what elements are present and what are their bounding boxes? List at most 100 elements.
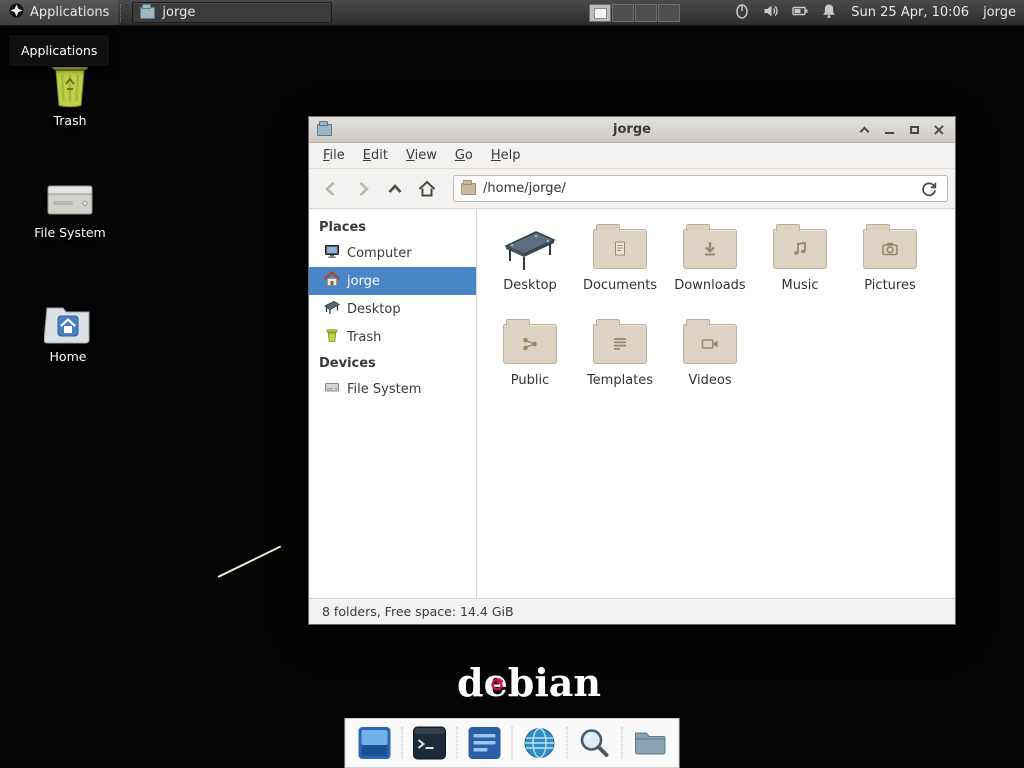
panel-handle	[120, 4, 127, 22]
folder-icon	[863, 229, 917, 269]
xfce-logo-icon	[9, 3, 24, 22]
sidebar-item-label: Computer	[347, 246, 412, 261]
applications-menu-button[interactable]: Applications	[0, 0, 118, 25]
desktop-icon-file-system[interactable]: File System	[25, 170, 115, 240]
applications-tooltip: Applications	[8, 34, 110, 67]
menu-go[interactable]: Go	[446, 145, 482, 166]
folder-icon	[503, 324, 557, 364]
sidebar-header-devices: Devices	[309, 351, 476, 375]
file-label: Templates	[577, 373, 663, 388]
debian-logo: debian	[457, 660, 601, 706]
back-button[interactable]	[316, 175, 346, 203]
menu-help[interactable]: Help	[482, 145, 530, 166]
close-button[interactable]: ×	[931, 122, 947, 138]
file-label: Downloads	[667, 278, 753, 293]
minimize-button[interactable]	[881, 122, 897, 138]
reload-button[interactable]	[918, 178, 940, 200]
file-videos[interactable]: Videos	[667, 318, 753, 413]
dock-panel	[345, 718, 680, 768]
file-grid[interactable]: Desktop Documents Downloads Music Pictures Pu…	[477, 209, 955, 598]
dock-file-manager[interactable]	[633, 726, 667, 760]
applications-menu-label: Applications	[30, 5, 109, 20]
desktop-folder-icon	[487, 223, 573, 275]
tray-bell-icon[interactable]	[820, 2, 838, 24]
file-label: Music	[757, 278, 843, 293]
status-text: 8 folders, Free space: 14.4 GiB	[322, 604, 514, 619]
dock-terminal[interactable]	[413, 726, 447, 760]
sidebar-item-trash[interactable]: Trash	[309, 323, 476, 351]
sidebar-item-file-system[interactable]: File System	[309, 375, 476, 403]
file-downloads[interactable]: Downloads	[667, 223, 753, 318]
sidebar-item-label: File System	[347, 382, 421, 397]
drive-small-icon	[324, 379, 340, 399]
camera-folder-icon	[847, 223, 933, 275]
workspace-1[interactable]	[589, 4, 611, 22]
home-small-icon	[324, 271, 340, 291]
folder-icon	[683, 324, 737, 364]
file-pictures[interactable]: Pictures	[847, 223, 933, 318]
desktop-small-icon	[324, 299, 340, 319]
file-templates[interactable]: Templates	[577, 318, 663, 413]
dock-app-finder[interactable]	[578, 726, 612, 760]
status-bar: 8 folders, Free space: 14.4 GiB	[309, 598, 955, 624]
file-label: Pictures	[847, 278, 933, 293]
dock-separator	[402, 727, 403, 759]
menu-file[interactable]: File	[314, 145, 354, 166]
location-folder-icon	[461, 183, 476, 195]
window-titlebar[interactable]: jorge ×	[309, 117, 955, 143]
desktop-icon-label: Trash	[25, 113, 115, 128]
up-button[interactable]	[380, 175, 410, 203]
dock-separator	[512, 727, 513, 759]
sidebar-item-desktop[interactable]: Desktop	[309, 295, 476, 323]
desktop-icon-trash[interactable]: Trash	[25, 58, 115, 128]
music-folder-icon	[757, 223, 843, 275]
toolbar: /home/jorge/	[309, 169, 955, 209]
home-button[interactable]	[412, 175, 442, 203]
workspace-3[interactable]	[635, 4, 657, 22]
home-big-icon	[23, 294, 113, 344]
file-label: Videos	[667, 373, 753, 388]
file-music[interactable]: Music	[757, 223, 843, 318]
drive-big-icon	[25, 170, 115, 220]
file-desktop[interactable]: Desktop	[487, 223, 573, 318]
menu-view[interactable]: View	[397, 145, 446, 166]
file-label: Documents	[577, 278, 663, 293]
location-path[interactable]: /home/jorge/	[483, 181, 911, 196]
workspace-4[interactable]	[658, 4, 680, 22]
debian-logo-text: debian	[457, 660, 601, 705]
tray-mouse-icon[interactable]	[733, 2, 751, 24]
window-titlebar-icon	[317, 124, 332, 136]
sidebar-item-jorge[interactable]: jorge	[309, 267, 476, 295]
dock-web-browser[interactable]	[523, 726, 557, 760]
top-panel: Applications jorge Sun 25 Apr, 10:06 jor…	[0, 0, 1024, 26]
file-documents[interactable]: Documents	[577, 223, 663, 318]
menu-edit[interactable]: Edit	[354, 145, 397, 166]
panel-clock[interactable]: Sun 25 Apr, 10:06	[851, 5, 969, 20]
panel-user-button[interactable]: jorge	[983, 5, 1016, 20]
maximize-button[interactable]	[906, 122, 922, 138]
forward-button[interactable]	[348, 175, 378, 203]
desktop-icon-label: Home	[23, 349, 113, 364]
workspace-2[interactable]	[612, 4, 634, 22]
dock-show-desktop[interactable]	[358, 726, 392, 760]
dock-separator	[622, 727, 623, 759]
window-main: PlacesComputerjorgeDesktopTrashDevicesFi…	[309, 209, 955, 598]
desktop-icon-home[interactable]: Home	[23, 294, 113, 364]
tray-volume-icon[interactable]	[762, 2, 780, 24]
dock-app-list[interactable]	[468, 726, 502, 760]
file-public[interactable]: Public	[487, 318, 573, 413]
folder-icon	[683, 229, 737, 269]
download-folder-icon	[667, 223, 753, 275]
sidebar-item-computer[interactable]: Computer	[309, 239, 476, 267]
tray-battery-icon[interactable]	[791, 2, 809, 24]
folder-icon	[773, 229, 827, 269]
window-folder-icon	[140, 7, 155, 19]
location-bar[interactable]: /home/jorge/	[453, 175, 948, 202]
shade-button[interactable]	[856, 122, 872, 138]
sidebar: PlacesComputerjorgeDesktopTrashDevicesFi…	[309, 209, 477, 598]
file-label: Public	[487, 373, 573, 388]
menu-bar: FileEditViewGoHelp	[309, 143, 955, 169]
taskbar-window-button[interactable]: jorge	[132, 2, 332, 23]
sidebar-item-label: jorge	[347, 274, 380, 289]
folder-icon	[593, 229, 647, 269]
